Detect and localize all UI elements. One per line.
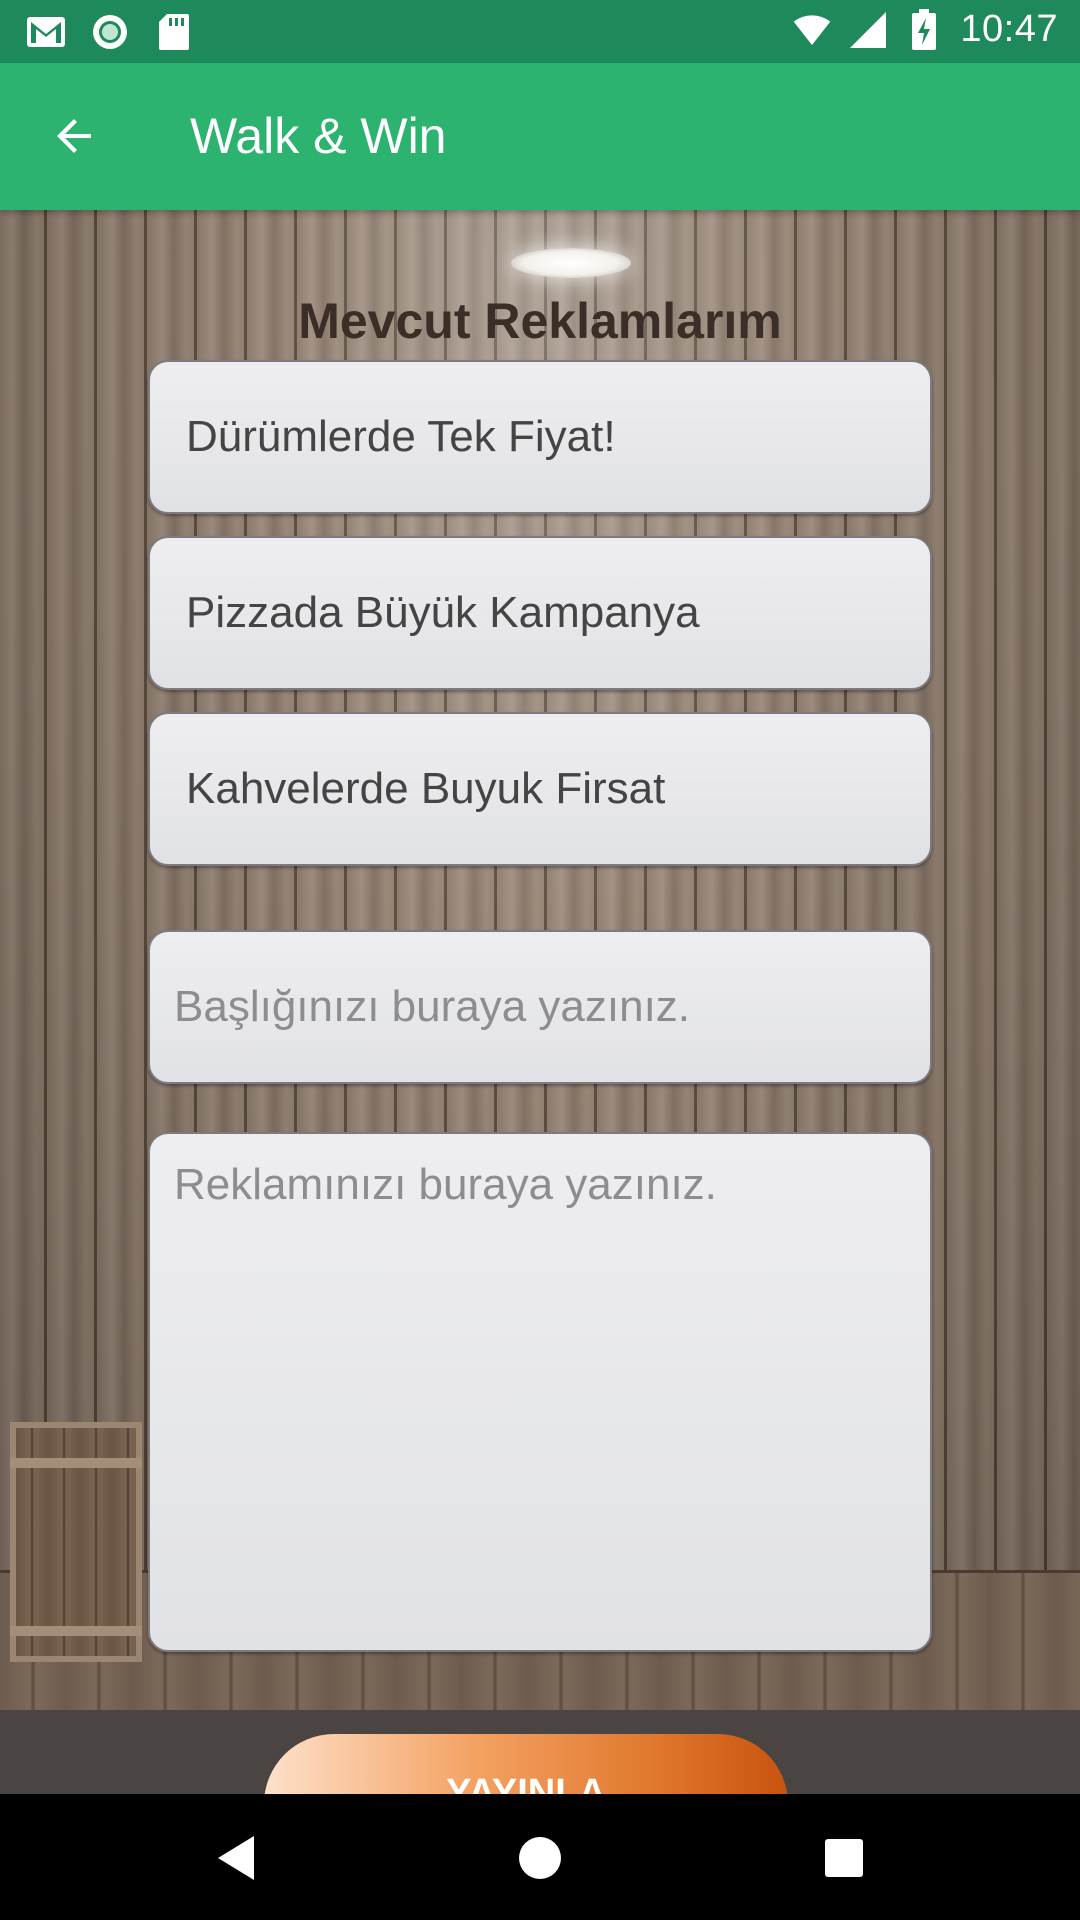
status-bar: 10:47 — [0, 0, 1080, 63]
ad-list-item[interactable]: Pizzada Büyük Kampanya — [148, 536, 932, 690]
nav-recents-button[interactable] — [814, 1828, 874, 1888]
publish-button-label: YAYINLA — [446, 1772, 606, 1794]
gmail-icon — [26, 12, 66, 52]
back-button[interactable] — [44, 105, 106, 167]
ad-title-placeholder: Başlığınızı buraya yazınız. — [174, 982, 691, 1031]
arrow-back-icon — [57, 119, 91, 153]
crate-decoration — [10, 1422, 142, 1662]
ad-label: Kahvelerde Buyuk Firsat — [186, 764, 666, 813]
ad-list-item[interactable]: Dürümlerde Tek Fiyat! — [148, 360, 932, 514]
nav-home-button[interactable] — [510, 1828, 570, 1888]
ad-label: Pizzada Büyük Kampanya — [186, 588, 700, 637]
lamp-decoration — [511, 248, 631, 278]
home-circle-icon — [519, 1837, 561, 1879]
ad-body-placeholder: Reklamınızı buraya yazınız. — [174, 1160, 717, 1209]
nav-back-button[interactable] — [206, 1828, 266, 1888]
publish-button[interactable]: YAYINLA — [264, 1734, 788, 1794]
battery-charging-icon — [904, 8, 944, 50]
ad-label: Dürümlerde Tek Fiyat! — [186, 412, 616, 461]
signal-icon — [848, 10, 888, 50]
section-title: Mevcut Reklamlarım — [298, 293, 782, 349]
ad-list-item[interactable]: Kahvelerde Buyuk Firsat — [148, 712, 932, 866]
status-time: 10:47 — [960, 8, 1058, 50]
bottom-action-bar: YAYINLA — [0, 1710, 1080, 1794]
circle-app-icon — [90, 12, 130, 52]
system-nav-bar — [0, 1794, 1080, 1920]
back-triangle-icon — [218, 1836, 254, 1880]
app-bar: Walk & Win — [0, 63, 1080, 210]
app-title: Walk & Win — [190, 108, 447, 164]
wifi-icon — [792, 10, 832, 50]
ad-title-input[interactable]: Başlığınızı buraya yazınız. — [148, 930, 932, 1084]
content-area: Mevcut Reklamlarım Dürümlerde Tek Fiyat!… — [0, 210, 1080, 1710]
recents-square-icon — [825, 1839, 863, 1877]
ad-body-input[interactable]: Reklamınızı buraya yazınız. — [148, 1132, 932, 1652]
sd-card-icon — [154, 12, 194, 52]
